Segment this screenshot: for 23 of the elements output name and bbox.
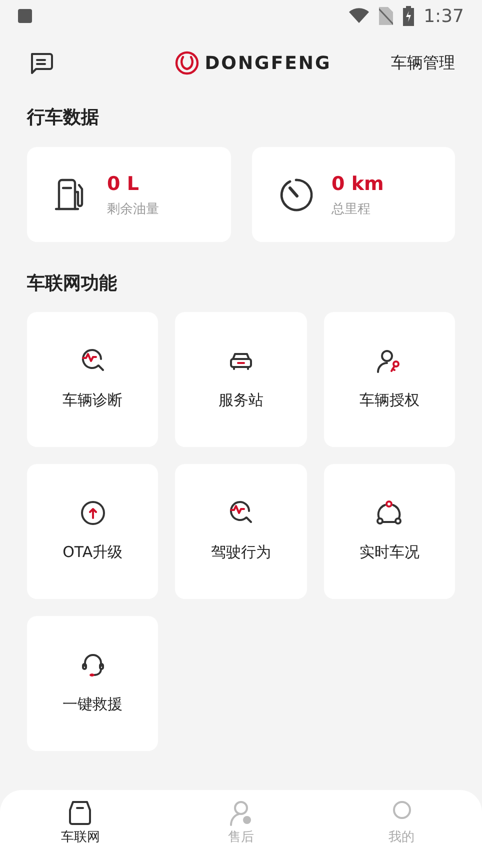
- no-sim-icon: [378, 7, 393, 25]
- brand-name: DONGFENG: [204, 52, 332, 76]
- feature-tile[interactable]: OTA升级: [27, 464, 158, 599]
- stat-value: 0 L: [107, 172, 140, 196]
- section-title: 行车数据: [27, 106, 100, 130]
- feature-tile[interactable]: 驾驶行为: [175, 464, 307, 599]
- vehicle-management-link[interactable]: 车辆管理: [390, 51, 455, 75]
- feature-tile[interactable]: 服务站: [175, 312, 307, 447]
- upload-circle-icon: [78, 499, 107, 528]
- network-nodes-icon: [375, 499, 404, 528]
- battery-charging-icon: [402, 6, 414, 26]
- feature-tile[interactable]: 车辆授权: [324, 312, 455, 447]
- feature-tile[interactable]: 实时车况: [324, 464, 455, 599]
- feature-tile[interactable]: 一键救援: [27, 616, 158, 751]
- stat-value: 0 km: [332, 172, 384, 196]
- stat-label: 剩余油量: [107, 201, 159, 219]
- tab[interactable]: 车联网: [0, 798, 161, 856]
- feature-tile[interactable]: 车辆诊断: [27, 312, 158, 447]
- stat-label: 总里程: [332, 201, 372, 219]
- status-time: 1:37: [424, 4, 464, 28]
- logo-icon: [174, 51, 199, 75]
- section-title: 车联网功能: [27, 272, 118, 296]
- wifi-icon: [348, 8, 369, 24]
